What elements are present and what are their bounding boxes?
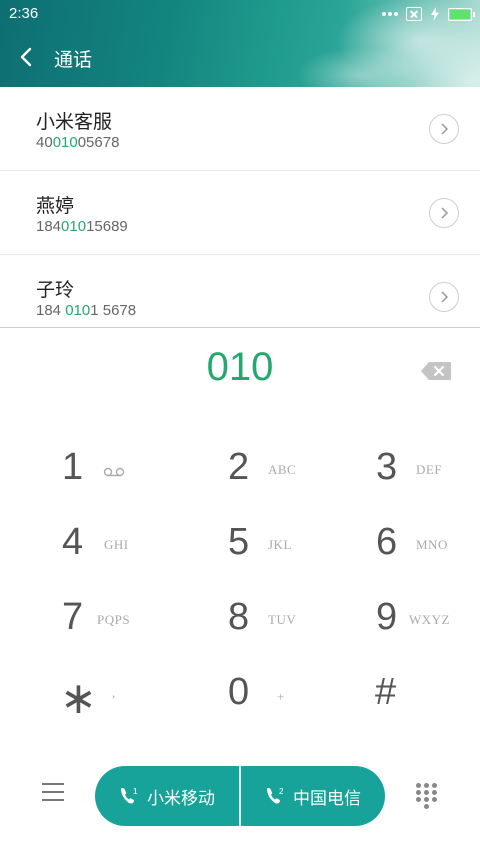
key-letters: PQPS — [97, 612, 131, 627]
sim1-label: 小米移动 — [147, 788, 215, 809]
battery-icon — [448, 7, 475, 21]
sim2-label: 中国电信 — [293, 788, 361, 809]
dual-sim-call-bar: 1 小米移动 2 中国电信 — [95, 766, 385, 826]
menu-button[interactable] — [42, 783, 64, 805]
key-letters: WXYZ — [409, 612, 450, 627]
contact-detail-button[interactable] — [429, 198, 459, 228]
contact-suggestion-list: 小米客服 4001005678 燕婷 18401015689 子玲 184 01… — [0, 87, 480, 339]
chevron-right-icon — [441, 207, 449, 219]
contact-name: 燕婷 — [36, 195, 75, 217]
status-icons — [382, 5, 475, 23]
contact-row[interactable]: 小米客服 4001005678 — [0, 87, 480, 171]
key-letters: ABC — [268, 462, 297, 477]
contact-number: 184 0101 5678 — [36, 302, 137, 319]
more-dots-icon — [382, 12, 398, 16]
svg-text:1: 1 — [133, 787, 138, 796]
voicemail-icon — [103, 467, 125, 477]
contact-name: 子玲 — [36, 279, 75, 301]
contact-number: 18401015689 — [36, 218, 128, 235]
key-4[interactable]: 4 GHI — [58, 507, 198, 577]
key-9[interactable]: 9 WXYZ — [374, 582, 480, 652]
chevron-right-icon — [441, 123, 449, 135]
key-6[interactable]: 6 MNO — [374, 507, 480, 577]
key-5[interactable]: 5 JKL — [226, 507, 366, 577]
key-letters: + — [277, 689, 285, 704]
key-8[interactable]: 8 TUV — [226, 582, 366, 652]
key-digit: # — [375, 671, 397, 713]
call-sim1-button[interactable]: 1 小米移动 — [95, 766, 239, 826]
no-sim-icon — [406, 7, 422, 21]
key-2[interactable]: 2 ABC — [226, 432, 366, 502]
app-header: 2:36 通话 — [0, 0, 480, 87]
key-letters: JKL — [268, 537, 292, 552]
contact-detail-button[interactable] — [429, 282, 459, 312]
number-match-highlight: 010 — [61, 218, 87, 235]
key-star[interactable]: ∗ , — [58, 657, 198, 727]
key-digit: 7 — [62, 596, 84, 638]
key-letters: TUV — [268, 612, 297, 627]
key-letters: , — [112, 685, 116, 700]
status-bar: 2:36 — [0, 0, 480, 28]
dialed-number-display: 010 — [206, 345, 274, 389]
key-letters: GHI — [104, 537, 129, 552]
battery-level — [450, 9, 470, 19]
phone-sim1-icon: 1 — [121, 787, 138, 804]
key-pound[interactable]: # — [374, 657, 480, 727]
back-button[interactable] — [16, 44, 40, 70]
key-7[interactable]: 7 PQPS — [58, 582, 198, 652]
key-digit: ∗ — [60, 674, 97, 723]
key-3[interactable]: 3 DEF — [374, 432, 480, 502]
key-letters: DEF — [416, 462, 443, 477]
number-match-highlight: 010 — [65, 302, 91, 319]
call-sim2-button[interactable]: 2 中国电信 — [241, 766, 385, 826]
list-divider — [0, 327, 480, 328]
menu-icon — [42, 783, 64, 801]
key-0[interactable]: 0 + — [226, 657, 366, 727]
contact-name: 小米客服 — [36, 111, 113, 133]
dialpad-toggle-button[interactable] — [416, 783, 438, 809]
svg-text:2: 2 — [279, 787, 284, 796]
key-letters: MNO — [416, 537, 448, 552]
chevron-right-icon — [441, 291, 449, 303]
key-1[interactable]: 1 — [58, 432, 198, 502]
key-digit: 3 — [376, 446, 398, 488]
contact-number: 4001005678 — [36, 134, 120, 151]
phone-sim2-icon: 2 — [267, 787, 284, 804]
charging-bolt-icon — [431, 7, 439, 21]
call-bar-separator — [239, 766, 241, 826]
page-title: 通话 — [54, 49, 93, 71]
key-digit: 1 — [62, 446, 84, 488]
key-digit: 2 — [228, 446, 250, 488]
chevron-left-icon — [20, 47, 32, 67]
key-digit: 0 — [228, 671, 250, 713]
key-digit: 9 — [376, 596, 398, 638]
key-digit: 5 — [228, 521, 250, 563]
backspace-icon — [421, 362, 451, 380]
key-digit: 4 — [62, 521, 84, 563]
key-digit: 6 — [376, 521, 398, 563]
contact-row[interactable]: 燕婷 18401015689 — [0, 171, 480, 255]
backspace-button[interactable] — [420, 361, 452, 381]
key-digit: 8 — [228, 596, 250, 638]
contact-detail-button[interactable] — [429, 114, 459, 144]
status-time: 2:36 — [9, 5, 39, 22]
number-match-highlight: 010 — [52, 134, 78, 151]
